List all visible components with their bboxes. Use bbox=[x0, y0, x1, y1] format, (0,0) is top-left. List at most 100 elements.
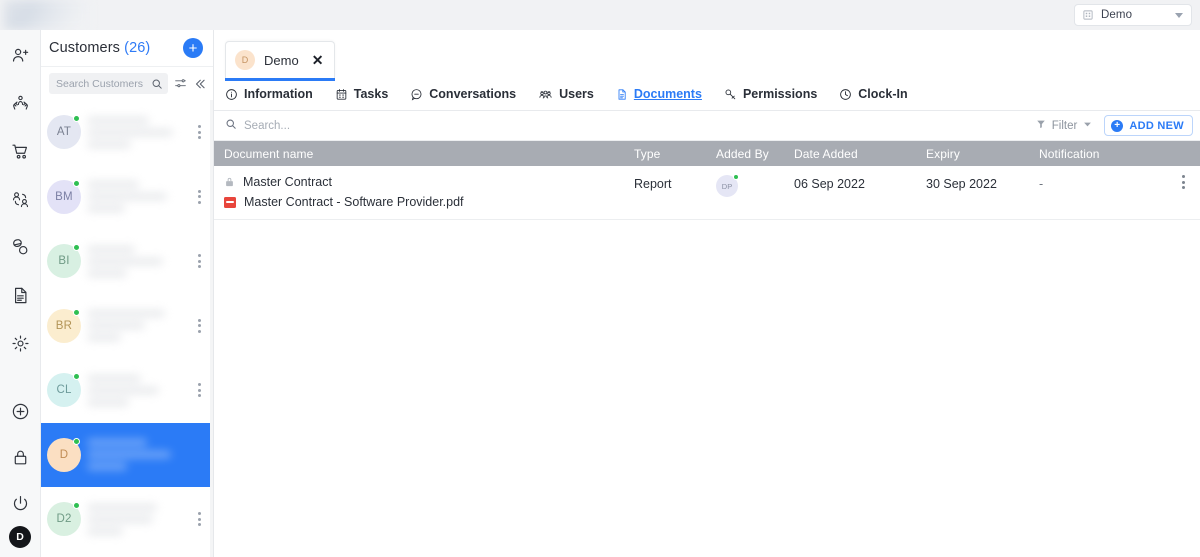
tab-permissions[interactable]: Permissions bbox=[724, 78, 828, 110]
column-header-expiry[interactable]: Expiry bbox=[926, 147, 1039, 161]
lock-icon[interactable] bbox=[0, 434, 41, 480]
gear-icon[interactable] bbox=[0, 327, 41, 360]
filter-button[interactable]: Filter bbox=[1036, 119, 1093, 132]
documents-search-placeholder: Search... bbox=[244, 119, 291, 132]
customers-count: (26) bbox=[124, 40, 151, 56]
people-transfer-icon[interactable] bbox=[0, 183, 41, 216]
customers-list[interactable]: AT BM BI BR CL D D2 bbox=[41, 100, 213, 557]
online-status-dot bbox=[73, 373, 80, 381]
document-icon[interactable] bbox=[0, 279, 41, 312]
online-status-dot bbox=[73, 115, 80, 123]
more-vertical-icon[interactable] bbox=[191, 254, 207, 269]
tab-avatar: D bbox=[235, 50, 255, 70]
company-selector[interactable]: Demo bbox=[1074, 4, 1192, 26]
icon-rail: D bbox=[0, 30, 41, 557]
tab-label: Clock-In bbox=[858, 87, 908, 101]
list-item[interactable]: BR bbox=[41, 294, 213, 359]
more-vertical-icon[interactable] bbox=[1181, 175, 1185, 189]
open-tab-demo[interactable]: D Demo ✕ bbox=[225, 41, 336, 81]
detail-line bbox=[87, 181, 139, 189]
filter-label: Filter bbox=[1051, 119, 1078, 132]
tab-conversations[interactable]: Conversations bbox=[410, 78, 527, 110]
document-file-line: Master Contract - Software Provider.pdf bbox=[224, 195, 634, 209]
more-vertical-icon[interactable] bbox=[191, 318, 207, 333]
tab-label: Tasks bbox=[353, 87, 389, 101]
tab-information[interactable]: Information bbox=[225, 78, 324, 110]
list-item-details bbox=[87, 490, 187, 548]
customers-search-row: Search Customers bbox=[41, 67, 213, 100]
more-vertical-icon[interactable] bbox=[191, 189, 207, 204]
list-item[interactable]: D2 bbox=[41, 487, 213, 552]
avatar: BR bbox=[47, 308, 81, 343]
list-item[interactable]: BM bbox=[41, 165, 213, 230]
row-actions-menu[interactable] bbox=[1166, 175, 1200, 189]
more-vertical-icon[interactable] bbox=[191, 383, 207, 398]
list-item[interactable]: CL bbox=[41, 358, 213, 423]
clock-icon bbox=[839, 88, 852, 101]
column-header-added-by[interactable]: Added By bbox=[716, 147, 794, 161]
hands-support-icon[interactable] bbox=[0, 87, 41, 120]
detail-line bbox=[87, 245, 135, 253]
detail-line bbox=[87, 503, 157, 511]
file-icon bbox=[616, 88, 628, 101]
search-customers-input[interactable]: Search Customers bbox=[49, 73, 168, 94]
detail-line bbox=[87, 116, 149, 124]
users-icon bbox=[538, 88, 553, 101]
documents-search-input[interactable]: Search... bbox=[225, 117, 1036, 135]
list-item-details bbox=[87, 426, 187, 484]
tab-documents[interactable]: Documents bbox=[616, 78, 713, 110]
detail-line bbox=[87, 374, 141, 382]
detail-line bbox=[87, 439, 147, 447]
detail-line bbox=[87, 515, 153, 523]
tab-users[interactable]: Users bbox=[538, 78, 605, 110]
collapse-panel-icon[interactable] bbox=[193, 77, 207, 91]
user-avatar[interactable]: D bbox=[9, 526, 31, 548]
shopping-cart-icon[interactable] bbox=[0, 135, 41, 168]
customers-filter-icon[interactable] bbox=[174, 77, 187, 90]
document-file-name[interactable]: Master Contract - Software Provider.pdf bbox=[244, 195, 464, 209]
info-circle-icon bbox=[225, 88, 238, 101]
online-status-dot bbox=[73, 502, 80, 510]
more-vertical-icon[interactable] bbox=[191, 125, 207, 140]
list-item[interactable]: D bbox=[41, 422, 213, 487]
tab-tasks[interactable]: Tasks bbox=[335, 78, 400, 110]
list-item-details bbox=[87, 168, 187, 226]
clipboard-icon bbox=[335, 88, 348, 101]
tab-label: Permissions bbox=[742, 87, 818, 101]
avatar: AT bbox=[47, 115, 81, 150]
column-header-notification[interactable]: Notification bbox=[1039, 147, 1166, 161]
add-customer-button[interactable]: + bbox=[183, 38, 203, 58]
cell-added-by: DP bbox=[716, 174, 794, 197]
app-root: Demo D Customers (26) + Search Customers… bbox=[0, 0, 1200, 557]
list-item[interactable]: AT bbox=[41, 100, 213, 165]
detail-line bbox=[87, 322, 145, 330]
avatar: CL bbox=[47, 373, 81, 408]
table-row[interactable]: Master Contract Master Contract - Softwar… bbox=[214, 166, 1200, 220]
detail-line bbox=[87, 257, 163, 265]
building-icon bbox=[1082, 9, 1094, 21]
company-label: Demo bbox=[1101, 9, 1133, 21]
search-icon[interactable] bbox=[151, 78, 163, 90]
list-item[interactable]: BI bbox=[41, 229, 213, 294]
column-header-type[interactable]: Type bbox=[634, 147, 716, 161]
add-person-icon[interactable] bbox=[0, 39, 41, 72]
customers-scrollbar[interactable] bbox=[210, 100, 213, 557]
add-new-label: ADD NEW bbox=[1129, 119, 1184, 132]
tab-label: Users bbox=[559, 87, 594, 101]
tab-clock-in[interactable]: Clock-In bbox=[839, 78, 918, 110]
column-header-date-added[interactable]: Date Added bbox=[794, 147, 926, 161]
tab-label: Conversations bbox=[429, 87, 517, 101]
detail-line bbox=[87, 205, 125, 213]
avatar: D2 bbox=[47, 502, 81, 537]
customers-header: Customers (26) + bbox=[41, 30, 213, 67]
capsule-icon[interactable] bbox=[0, 231, 41, 264]
more-vertical-icon[interactable] bbox=[191, 512, 207, 527]
chevron-down-icon bbox=[1083, 120, 1092, 132]
plus-circle-icon[interactable] bbox=[0, 388, 41, 434]
power-icon[interactable] bbox=[0, 480, 41, 526]
plus-circle-icon: + bbox=[1111, 119, 1124, 132]
rail-top-group bbox=[0, 30, 41, 360]
column-header-document-name[interactable]: Document name bbox=[224, 147, 634, 161]
add-new-button[interactable]: + ADD NEW bbox=[1104, 115, 1193, 136]
close-icon[interactable]: ✕ bbox=[312, 53, 324, 67]
